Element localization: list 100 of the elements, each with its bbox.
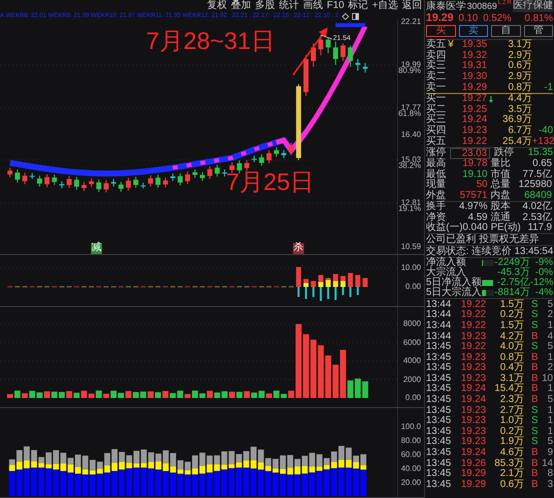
candlestick (252, 155, 257, 163)
order-level-label: 卖三 (426, 61, 446, 72)
leader-line (320, 34, 332, 40)
order-price: 19.27 (462, 94, 488, 104)
order-level-label: 买二 (426, 104, 446, 115)
axis-label: 8000 (403, 320, 421, 328)
trade-price: 19.22 (460, 310, 486, 320)
candlestick (162, 177, 168, 188)
toolbar-item[interactable]: +自选 (372, 0, 398, 12)
candlestick (140, 182, 146, 190)
trade-time: 13:45 (426, 480, 452, 490)
trade-time: 13:45 (426, 469, 452, 480)
axis-label: 12.81 (400, 199, 421, 207)
trade-count: 8 (546, 469, 553, 480)
trade-price: 19.24 (460, 395, 486, 406)
axis-label: 4000 (403, 357, 421, 365)
stat-label: 外盘 (426, 190, 446, 201)
order-level-label: 买一 (426, 94, 446, 104)
candlestick (230, 162, 234, 174)
candlestick (244, 160, 250, 172)
axis-label: 16.40 (400, 131, 421, 139)
candlestick (340, 43, 346, 62)
order-level-label: 卖四 (426, 50, 446, 61)
trade-time: 13:45 (426, 352, 452, 363)
toolbar-item[interactable]: 复权 (206, 0, 227, 12)
order-change: -40 (538, 126, 553, 136)
stat-value: 0.040 (462, 223, 488, 234)
limit-up-price: 23.03 (450, 148, 490, 159)
toolbar-item[interactable]: 标记 (348, 0, 368, 12)
trade-volume: 0.2万 (499, 310, 524, 320)
trade-price: 19.29 (460, 469, 486, 480)
order-level-label: 卖一 (426, 82, 446, 93)
stat-label: 股本 (490, 202, 510, 212)
candlestick (88, 178, 94, 188)
stat-value: 57571 (460, 190, 488, 201)
trade-volume: 4.0万 (499, 342, 524, 352)
order-price: 19.29 (462, 82, 488, 93)
order-volume: 2.9万 (507, 50, 532, 61)
candlestick (266, 150, 272, 164)
candlestick (310, 43, 316, 68)
percent-change: 0.52% (483, 12, 512, 24)
candlestick (44, 174, 50, 188)
trade-volume: 1.9万 (499, 437, 524, 448)
candlestick (355, 58, 360, 72)
candlestick (170, 172, 176, 182)
flow-percent: -0% (535, 268, 553, 278)
candlestick (82, 182, 86, 192)
axis-label: 80.9% (398, 67, 421, 75)
candlestick (178, 172, 183, 186)
toolbar-item[interactable]: 画线 (302, 0, 323, 12)
axis-label: 100.0 (400, 423, 421, 431)
trade-side: B (530, 469, 538, 480)
order-level-label: 卖五 (426, 40, 446, 50)
panel-icon[interactable] (352, 12, 359, 20)
diamond-icon[interactable] (342, 12, 349, 20)
trade-volume: 85.3万 (494, 458, 524, 469)
trade-volume: 1.5万 (499, 320, 524, 331)
limit-label: 跌停 (494, 148, 515, 158)
candlestick (111, 178, 116, 187)
stat-value: 117.9 (528, 223, 552, 234)
trade-price: 19.24 (460, 384, 486, 394)
stat-value: 4.59 (468, 212, 488, 223)
trade-button[interactable]: 自 (491, 25, 520, 37)
candlestick (200, 172, 205, 182)
candlestick (22, 172, 28, 185)
stat-value: 68409 (524, 190, 552, 201)
trade-count: 5 (546, 300, 553, 310)
toolbar-item[interactable]: 返回 (402, 0, 422, 12)
order-change: -1 (543, 82, 553, 93)
order-price: 19.22 (462, 136, 488, 147)
candlestick (207, 166, 212, 180)
toolbar-item[interactable]: F10 (326, 0, 344, 12)
candlestick (304, 54, 308, 96)
trade-button[interactable]: 管 (524, 25, 553, 37)
flow-percent: -12% (530, 278, 553, 288)
toolbar-item[interactable]: 叠加 (230, 0, 251, 12)
trade-time: 13:45 (426, 374, 452, 384)
flow-percent: -4% (534, 288, 553, 298)
flow-amount: -2.75亿 (497, 278, 530, 288)
candlestick (362, 62, 368, 74)
trade-price: 19.22 (460, 320, 486, 331)
candlestick (326, 37, 331, 54)
stat-value: 19.78 (462, 159, 488, 170)
candlestick (30, 172, 35, 180)
candlestick (96, 179, 102, 193)
trade-side: S (530, 300, 538, 310)
trade-count: 10 (540, 374, 553, 384)
trade-count: 1 (546, 320, 553, 331)
trade-time: 13:45 (426, 416, 452, 426)
trade-volume: 2.7万 (499, 406, 524, 416)
trade-count: 2 (546, 310, 553, 320)
order-volume: 2.9万 (507, 72, 532, 82)
order-price: 19.24 (462, 115, 488, 126)
trade-button[interactable]: 卖 (458, 25, 488, 37)
axis-label: 10.59 (400, 243, 421, 251)
trade-price: 19.23 (460, 437, 486, 448)
trade-volume: 4.2万 (499, 332, 524, 342)
trade-side: B (530, 363, 538, 374)
trade-side: S (530, 320, 538, 331)
toolbar-item[interactable]: 多股 (254, 0, 275, 12)
